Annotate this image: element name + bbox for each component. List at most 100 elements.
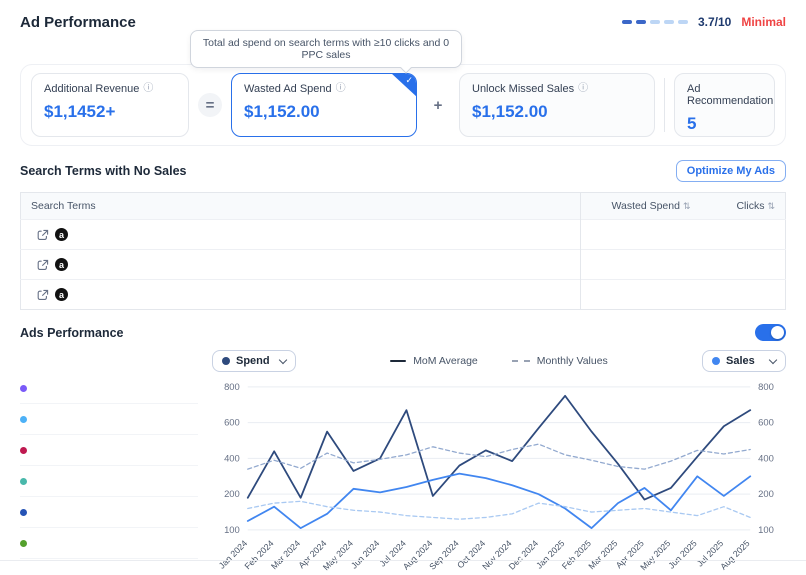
- solid-line-swatch: [390, 360, 406, 362]
- y-axis-right-label: 800: [758, 381, 774, 392]
- score-dash: [636, 20, 646, 24]
- y-axis-left-label: 200: [224, 488, 240, 499]
- card-additional-revenue[interactable]: Additional Revenue ⓘ $1,1452+: [31, 73, 189, 137]
- amazon-badge-icon[interactable]: a: [55, 228, 68, 241]
- info-icon[interactable]: ⓘ: [336, 84, 346, 94]
- ads-performance-chart: 800800600600400400200200100100Jan 2024Fe…: [212, 377, 786, 575]
- column-clicks[interactable]: Clicks⇅: [701, 193, 786, 220]
- wasted-spend-cell: [581, 250, 701, 280]
- metric-dot-icon: [20, 478, 27, 485]
- metric-row-acos: [20, 373, 198, 404]
- ads-performance-body: Spend MoM Average Monthly Values Sales: [20, 347, 786, 575]
- clicks-cell: [701, 220, 786, 250]
- column-wasted-spend[interactable]: Wasted Spend⇅: [581, 193, 701, 220]
- legend-monthly-values: Monthly Values: [512, 355, 608, 367]
- table-row[interactable]: a: [21, 220, 786, 250]
- toggle-knob: [771, 326, 784, 339]
- y-axis-left-label: 800: [224, 381, 240, 392]
- card-label: Ad Recommendation ⓘ: [687, 83, 762, 107]
- y-axis-right-label: 200: [758, 488, 774, 499]
- wasted-spend-cell: [581, 220, 701, 250]
- metric-dot-icon: [20, 540, 27, 547]
- metrics-panel: [20, 373, 198, 575]
- y-axis-right-label: 100: [758, 524, 774, 535]
- wasted-spend-cell: [581, 280, 701, 310]
- ad-performance-page: Ad Performance 3.7/10 Minimal Total ad s…: [0, 0, 806, 575]
- metric-row-roas: [20, 466, 198, 497]
- metric-row-tacos: [20, 404, 198, 435]
- card-label: Wasted Ad Spend ⓘ: [244, 83, 404, 95]
- card-wasted-ad-spend[interactable]: Wasted Ad Spend ⓘ $1,152.00 ✓: [231, 73, 417, 137]
- plus-sign: +: [426, 93, 450, 117]
- x-axis-label: Jun 2025: [666, 538, 699, 571]
- score-dash: [650, 20, 660, 24]
- metric-dot-icon: [20, 447, 27, 454]
- score-dash: [678, 20, 688, 24]
- series-sales-mom-average: [248, 474, 750, 529]
- x-axis-label: Mar 2025: [586, 538, 619, 571]
- x-axis-label: Aug 2025: [718, 538, 752, 572]
- score-dash: [664, 20, 674, 24]
- ads-performance-toggle[interactable]: [755, 324, 786, 341]
- table-row[interactable]: a: [21, 280, 786, 310]
- sort-icon[interactable]: ⇅: [767, 201, 775, 211]
- chart-legend: MoM Average Monthly Values: [390, 355, 608, 367]
- footer-divider: [0, 560, 806, 561]
- score-dash: [622, 20, 632, 24]
- clicks-cell: [701, 280, 786, 310]
- amazon-badge-icon[interactable]: a: [55, 288, 68, 301]
- chevron-down-icon: [279, 355, 287, 363]
- info-icon[interactable]: ⓘ: [578, 84, 588, 94]
- y-axis-right-label: 400: [758, 452, 774, 463]
- tooltip: Total ad spend on search terms with ≥10 …: [190, 30, 462, 68]
- metric-dot-icon: [20, 509, 27, 516]
- chevron-down-icon: [769, 355, 777, 363]
- chart-controls: Spend MoM Average Monthly Values Sales: [212, 347, 786, 375]
- score-progress-dots: [622, 20, 688, 24]
- search-terms-table: Search Terms Wasted Spend⇅ Clicks⇅ a a a: [20, 192, 786, 310]
- search-terms-header: Search Terms with No Sales Optimize My A…: [20, 160, 786, 182]
- sort-icon[interactable]: ⇅: [683, 201, 691, 211]
- dashed-line-swatch: [512, 360, 530, 362]
- sales-dot-icon: [712, 357, 720, 365]
- metric-row-cvr: [20, 435, 198, 466]
- check-icon: ✓: [405, 75, 413, 86]
- equals-sign: =: [198, 93, 222, 117]
- card-divider: [664, 78, 665, 132]
- y-axis-left-label: 100: [224, 524, 240, 535]
- card-unlock-missed-sales[interactable]: Unlock Missed Sales ⓘ $1,152.00: [459, 73, 655, 137]
- summary-cards-row: Additional Revenue ⓘ $1,1452+ = Wasted A…: [20, 64, 786, 146]
- metric-row-ctr: [20, 528, 198, 559]
- search-terms-title: Search Terms with No Sales: [20, 164, 187, 178]
- y-axis-right-label: 600: [758, 417, 774, 428]
- selected-ribbon: [391, 73, 417, 97]
- external-link-icon[interactable]: [37, 289, 49, 301]
- column-search-terms: Search Terms: [21, 193, 581, 220]
- table-header-row: Search Terms Wasted Spend⇅ Clicks⇅: [21, 193, 786, 220]
- spend-dot-icon: [222, 357, 230, 365]
- info-icon[interactable]: ⓘ: [143, 84, 153, 94]
- tooltip-text: Total ad spend on search terms with ≥10 …: [203, 37, 449, 61]
- legend-mom-average: MoM Average: [390, 355, 478, 367]
- score-status-badge: Minimal: [741, 15, 786, 29]
- ads-performance-header: Ads Performance: [20, 324, 786, 341]
- ads-performance-title: Ads Performance: [20, 326, 124, 340]
- x-axis-label: Jun 2024: [349, 538, 382, 571]
- amazon-badge-icon[interactable]: a: [55, 258, 68, 271]
- metric-row-cpc: [20, 497, 198, 528]
- card-label: Unlock Missed Sales ⓘ: [472, 83, 642, 95]
- spend-series-select[interactable]: Spend: [212, 350, 296, 372]
- x-axis-label: Mar 2024: [269, 538, 302, 571]
- table-row[interactable]: a: [21, 250, 786, 280]
- x-axis-label: Dec 2024: [507, 538, 541, 572]
- optimize-my-ads-button[interactable]: Optimize My Ads: [676, 160, 786, 182]
- sales-series-select[interactable]: Sales: [702, 350, 786, 372]
- external-link-icon[interactable]: [37, 229, 49, 241]
- ad-score: 3.7/10 Minimal: [622, 15, 786, 29]
- card-value: $1,152.00: [472, 102, 642, 122]
- card-value: $1,1452+: [44, 102, 176, 122]
- y-axis-left-label: 400: [224, 452, 240, 463]
- external-link-icon[interactable]: [37, 259, 49, 271]
- clicks-cell: [701, 250, 786, 280]
- card-ad-recommendation[interactable]: Ad Recommendation ⓘ 5: [674, 73, 775, 137]
